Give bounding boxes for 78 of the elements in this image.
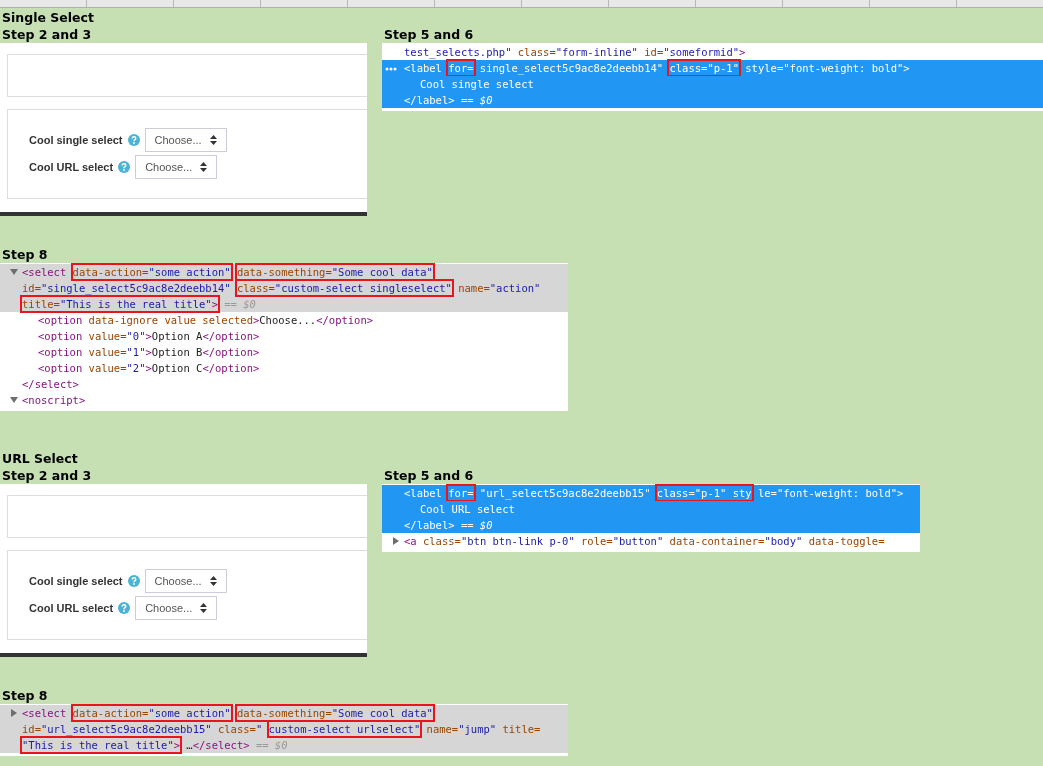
code-line[interactable]: <option value="2">Option C</option>: [0, 360, 568, 376]
annotation-box: custom-select urlselect": [268, 722, 421, 736]
annotation-box: data-action="some action": [72, 706, 231, 720]
code-token: name="jump" title=: [426, 722, 541, 736]
annotation-box: title="This is the real title">: [22, 297, 218, 311]
caret-icon[interactable]: [10, 268, 18, 276]
code-token: </label>: [404, 518, 455, 532]
more-icon[interactable]: [385, 67, 397, 71]
code-token: <select: [22, 265, 67, 279]
code-token: == $0: [460, 518, 493, 532]
code-token: <option data-ignore value selected>Choose...</option>: [38, 313, 374, 327]
caret-icon[interactable]: [10, 396, 18, 404]
code-token: single_select5c9ac8e2deebb14": [479, 61, 664, 75]
help-icon[interactable]: [127, 575, 140, 587]
annotation-box: "This is the real title">: [22, 738, 181, 752]
section-title: URL Select: [1, 450, 79, 467]
section-title: Single Select: [1, 9, 95, 26]
select-dropdown[interactable]: Choose...: [135, 596, 218, 620]
code-token: == $0: [224, 297, 256, 311]
code-token: == $0: [460, 93, 493, 107]
sort-arrows-icon: [200, 162, 208, 172]
code-token: </label>: [404, 93, 455, 107]
code-token: id="url_select5c9ac8e2deebb15" class=": [22, 722, 263, 736]
code-line[interactable]: </select>: [0, 376, 568, 392]
code-token: name="action": [458, 281, 541, 295]
annotation-box: class="p-1": [669, 61, 739, 75]
code-token: test_selects.php" class="form-inline" id="someformid">: [404, 45, 746, 59]
code-line[interactable]: <noscript>: [0, 392, 568, 408]
select-dropdown[interactable]: Choose...: [135, 155, 218, 179]
annotation-box: class="custom-select singleselect": [236, 281, 452, 295]
step-heading: Step 5 and 6: [383, 26, 475, 43]
code-token: Cool URL select: [420, 502, 515, 516]
code-token: <noscript>: [22, 393, 86, 407]
code-token: id="single_select5c9ac8e2deebb14": [22, 281, 231, 295]
step-heading: Step 8: [1, 246, 49, 263]
caret-icon[interactable]: [10, 709, 18, 717]
help-icon[interactable]: [118, 602, 131, 614]
code-line[interactable]: test_selects.php" class="form-inline" id="someformid">: [382, 44, 1043, 60]
field-label: Cool URL select: [29, 161, 114, 173]
field-label: Cool single select: [29, 575, 123, 587]
sort-arrows-icon: [209, 576, 217, 586]
annotation-box: data-something="Some cool data": [236, 706, 433, 720]
select-dropdown[interactable]: Choose...: [144, 569, 227, 593]
code-token: </select>: [22, 377, 79, 391]
code-token: == $0: [255, 738, 288, 752]
step-heading: Step 8: [1, 687, 49, 704]
code-token: <select: [22, 706, 67, 720]
code-token: <option value="2">Option C</option>: [38, 361, 260, 375]
code-line[interactable]: <option data-ignore value selected>Choose...</option>: [0, 312, 568, 328]
annotation-box: data-action="some action": [72, 265, 231, 279]
code-line[interactable]: <option value="1">Option B</option>: [0, 344, 568, 360]
code-token: …</select>: [186, 738, 250, 752]
sort-arrows-icon: [200, 603, 208, 613]
annotation-box: class="p-1" sty: [656, 486, 752, 500]
step-heading: Step 2 and 3: [1, 467, 93, 484]
step-heading: Step 5 and 6: [383, 467, 475, 484]
code-token: <label: [404, 486, 442, 500]
select-dropdown[interactable]: Choose...: [144, 128, 227, 152]
code-token: <option value="1">Option B</option>: [38, 345, 260, 359]
annotation-box: data-something="Some cool data": [236, 265, 433, 279]
help-icon[interactable]: [127, 134, 140, 146]
field-label: Cool URL select: [29, 602, 114, 614]
caret-icon[interactable]: [392, 537, 400, 545]
sort-arrows-icon: [209, 135, 217, 145]
code-line[interactable]: <option value="0">Option A</option>: [0, 328, 568, 344]
code-token: <option value="0">Option A</option>: [38, 329, 260, 343]
code-token: <label: [404, 61, 442, 75]
code-token: <a class="btn btn-link p-0" role="button" data-container="body" data-toggle=: [404, 534, 885, 548]
code-token: Cool single select: [420, 77, 534, 91]
help-icon[interactable]: [118, 161, 131, 173]
annotation-box: for=: [448, 486, 474, 500]
field-label: Cool single select: [29, 134, 123, 146]
code-token: le="font-weight: bold">: [757, 486, 904, 500]
step-heading: Step 2 and 3: [1, 26, 93, 43]
code-token: style="font-weight: bold">: [745, 61, 910, 75]
code-line[interactable]: <a class="btn btn-link p-0" role="button" data-container="body" data-toggle=: [382, 533, 920, 549]
annotation-box: for=: [448, 61, 474, 75]
code-token: "url_select5c9ac8e2deebb15": [479, 486, 651, 500]
